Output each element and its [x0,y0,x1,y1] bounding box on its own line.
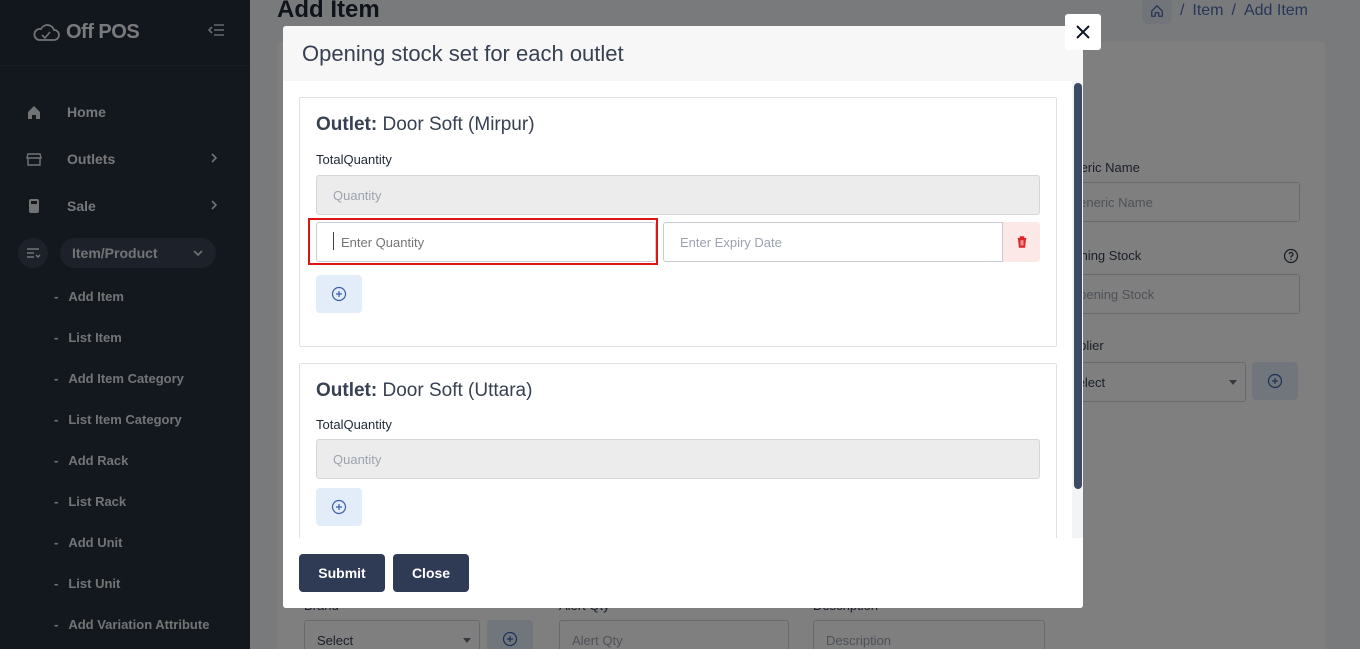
plus-circle-icon [331,286,347,302]
modal-header: Opening stock set for each outlet [283,26,1083,81]
delete-row-button[interactable] [1003,222,1040,262]
scrollbar-thumb[interactable] [1074,83,1082,489]
trash-icon [1017,236,1026,248]
outlet-title: Outlet: Door Soft (Uttara) [316,380,533,401]
outlet-card-mirpur: Outlet: Door Soft (Mirpur) TotalQuantity… [299,97,1057,347]
close-button[interactable]: Close [393,554,469,592]
modal-scrollbar[interactable] [1072,81,1083,538]
submit-button[interactable]: Submit [299,554,385,592]
plus-circle-icon [331,499,347,515]
outlet-card-uttara: Outlet: Door Soft (Uttara) TotalQuantity… [299,363,1057,538]
outlet-title: Outlet: Door Soft (Mirpur) [316,114,535,135]
total-quantity-field: Quantity [316,175,1040,215]
add-row-button[interactable] [316,488,362,526]
total-quantity-field: Quantity [316,439,1040,479]
opening-stock-modal: Opening stock set for each outlet Outlet… [283,26,1083,608]
modal-body: Outlet: Door Soft (Mirpur) TotalQuantity… [283,81,1083,538]
add-row-button[interactable] [316,275,362,313]
total-quantity-label: TotalQuantity [316,152,392,167]
modal-title: Opening stock set for each outlet [302,40,624,66]
expiry-date-input[interactable]: Enter Expiry Date [663,222,1003,262]
total-quantity-label: TotalQuantity [316,417,392,432]
focus-highlight-box [308,218,658,265]
modal-footer: Submit Close [283,538,1083,608]
modal-close-icon[interactable] [1065,14,1101,50]
